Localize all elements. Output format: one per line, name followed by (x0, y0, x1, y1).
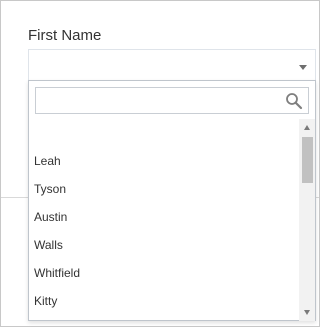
list-item[interactable]: Whitfield (34, 259, 80, 287)
first-name-select[interactable] (28, 49, 316, 80)
scroll-up-icon[interactable] (304, 125, 310, 130)
chevron-down-icon[interactable] (299, 65, 307, 70)
scroll-down-icon[interactable] (304, 310, 310, 315)
search-icon[interactable] (285, 92, 303, 110)
first-name-label: First Name (28, 27, 102, 44)
list-item[interactable]: Walls (34, 231, 63, 259)
dropdown-search (35, 87, 309, 114)
list-item[interactable] (34, 119, 299, 147)
list-item[interactable]: Austin (34, 203, 67, 231)
list-item[interactable]: Tyson (34, 175, 66, 203)
list-item[interactable]: Kitty (34, 287, 57, 315)
search-input[interactable] (36, 88, 280, 113)
list-item[interactable]: Leah (34, 147, 61, 175)
scrollbar[interactable] (299, 119, 315, 321)
dropdown-menu: Leah Tyson Austin Walls Whitfield Kitty (28, 80, 316, 321)
option-list: Leah Tyson Austin Walls Whitfield Kitty (29, 119, 299, 321)
scroll-thumb[interactable] (302, 137, 313, 183)
form-panel: First Name Leah Tyson Austin Walls Whitf… (0, 0, 320, 327)
